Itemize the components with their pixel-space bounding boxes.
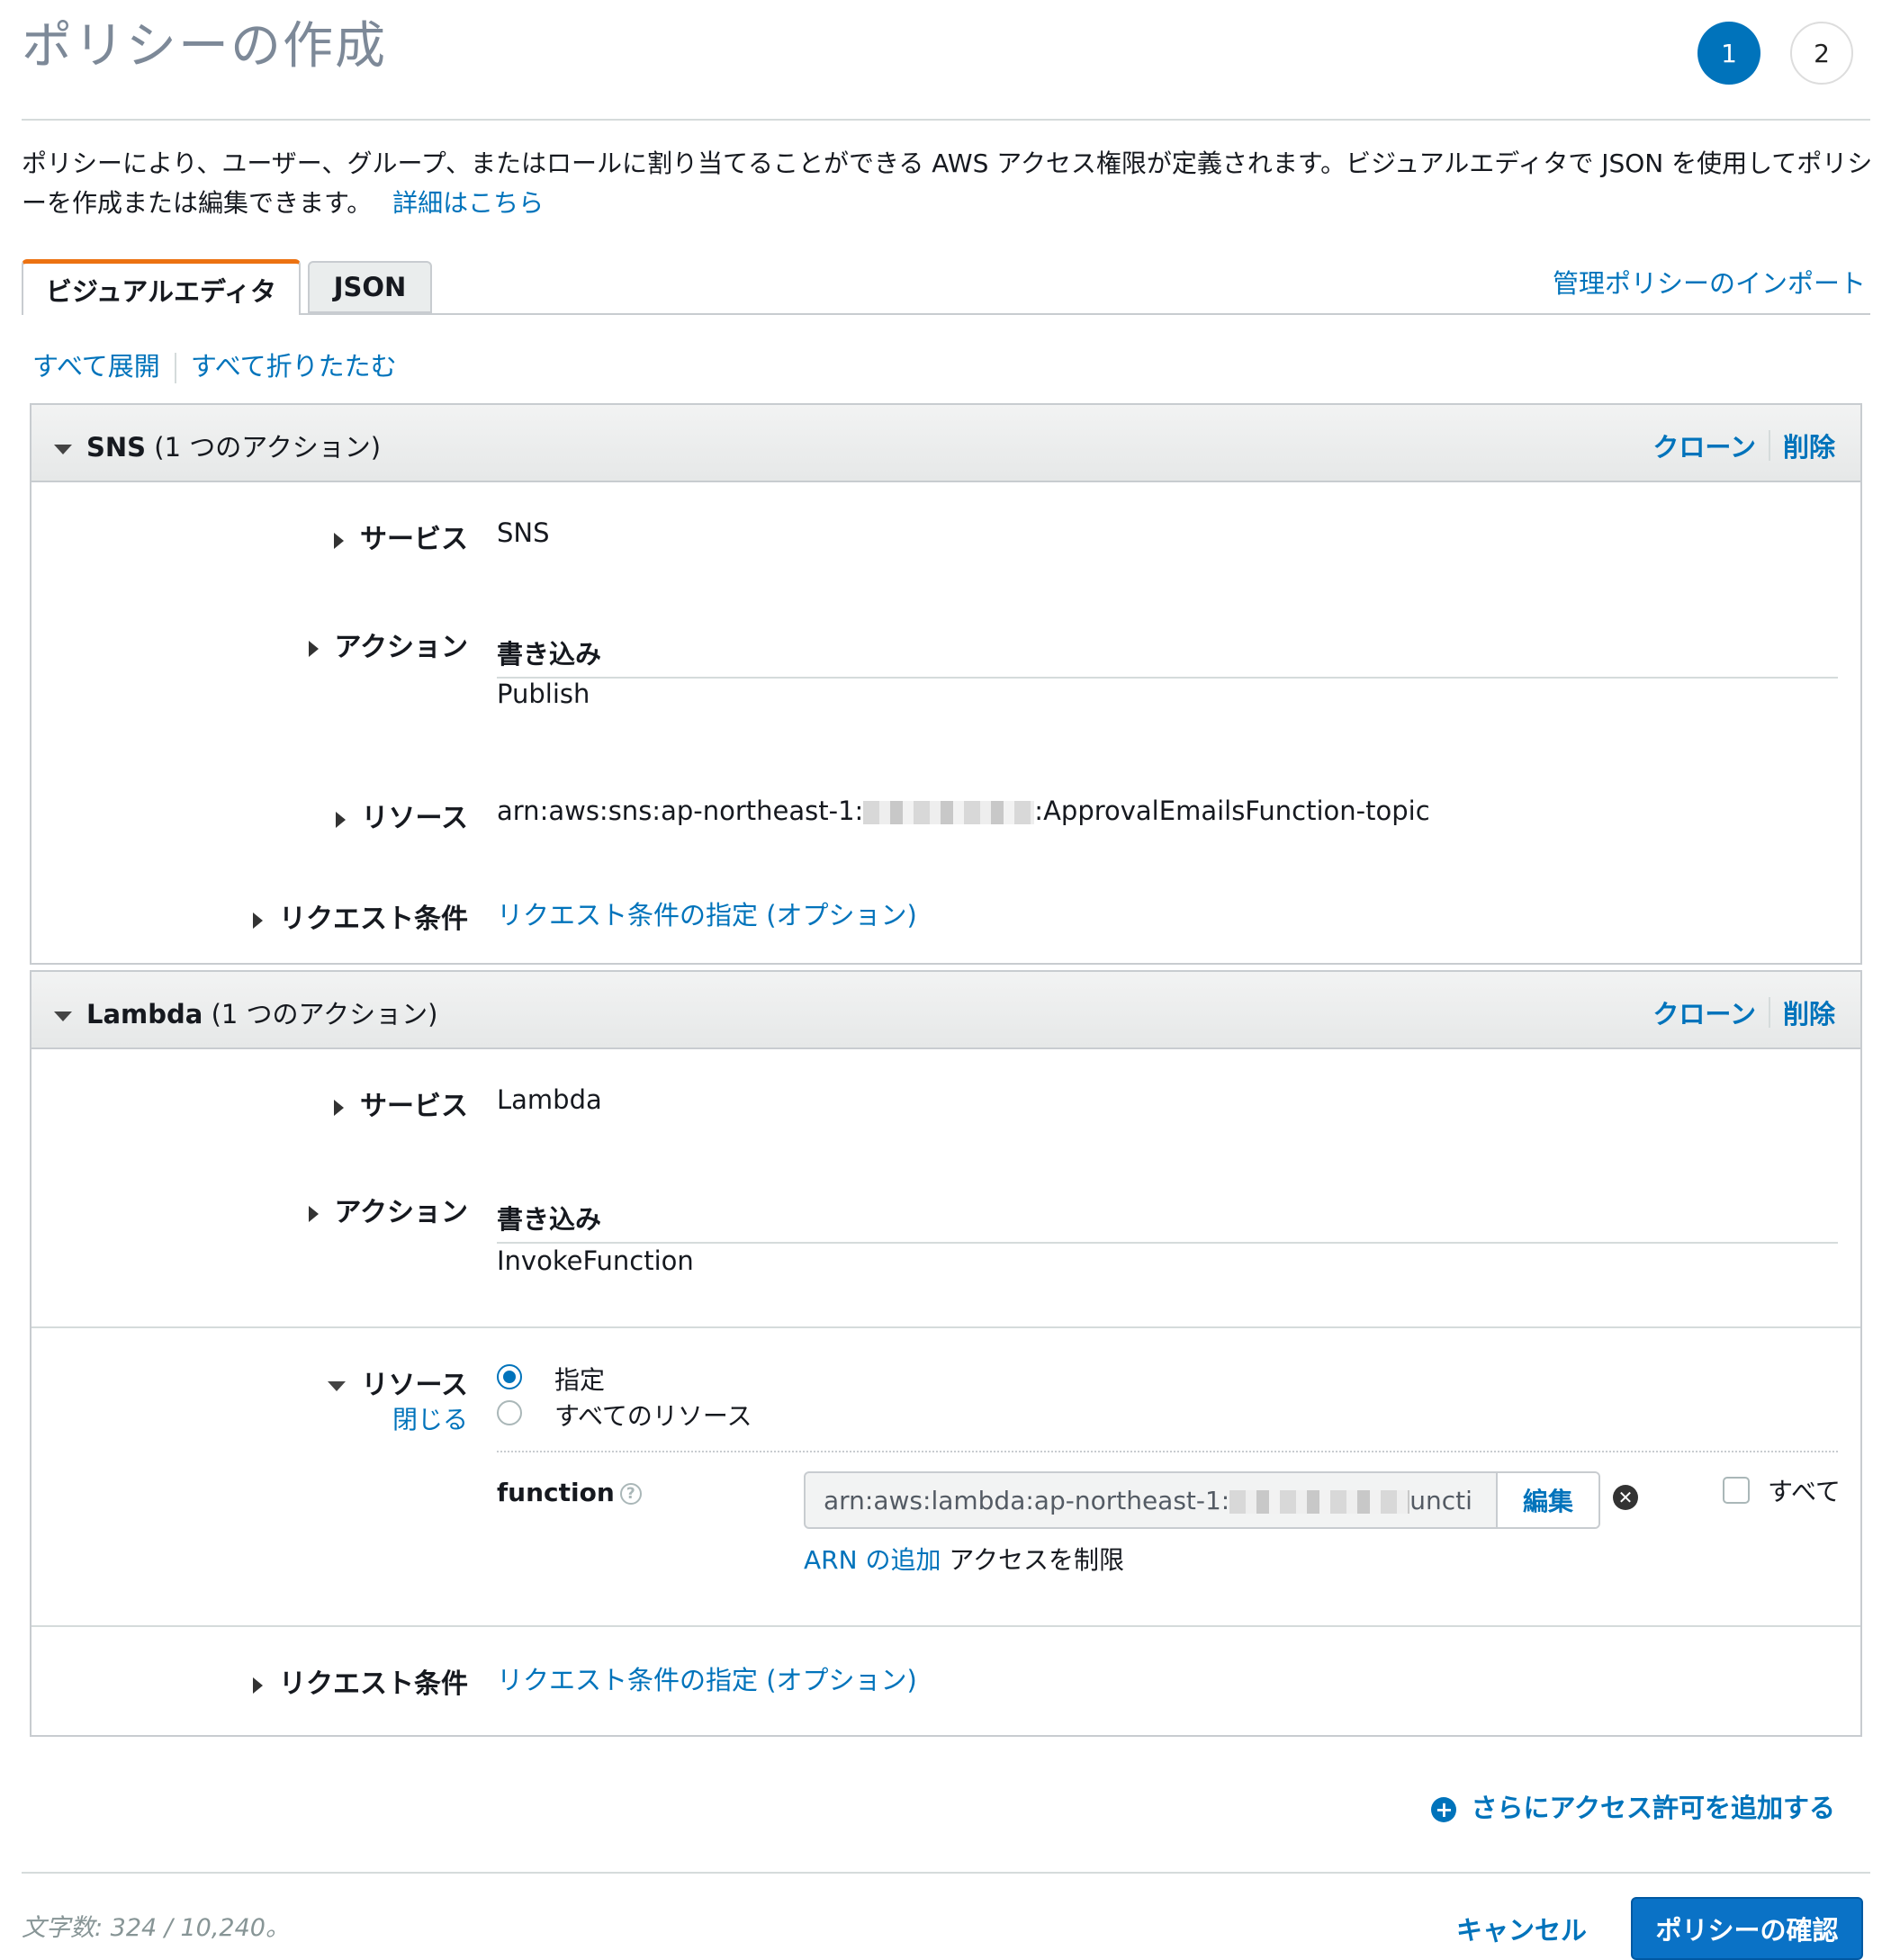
divider	[1768, 430, 1770, 461]
character-count: 文字数: 324 / 10,240。	[22, 1914, 290, 1942]
collapse-all-link[interactable]: すべて折りたたむ	[191, 351, 397, 382]
caret-right-icon	[253, 912, 263, 929]
remove-arn-icon[interactable]: ✕	[1613, 1485, 1638, 1510]
lambda-service-value: Lambda	[497, 1084, 602, 1115]
all-checkbox[interactable]	[1723, 1477, 1750, 1504]
sns-service-label[interactable]: サービス	[0, 517, 468, 556]
service-label-text: サービス	[360, 524, 468, 555]
lambda-service-label[interactable]: サービス	[0, 1083, 468, 1123]
sns-resources-label[interactable]: リソース	[0, 796, 468, 835]
arn-suffix: unction:se	[1409, 1486, 1472, 1515]
sns-service-value: SNS	[497, 517, 550, 548]
lambda-action-count: (1 つのアクション)	[211, 999, 438, 1029]
tab-json[interactable]: JSON	[308, 261, 432, 313]
lambda-panel-title[interactable]: Lambda (1 つのアクション)	[54, 993, 437, 1031]
sns-service-name: SNS	[86, 432, 147, 463]
actions-label-text: アクション	[334, 632, 469, 663]
arn-prefix: arn:aws:lambda:ap-northeast-1:	[824, 1486, 1230, 1515]
all-checkbox-label[interactable]: すべて	[1768, 1472, 1841, 1508]
section-divider	[32, 1625, 1860, 1627]
lambda-service-name: Lambda	[86, 999, 203, 1029]
header-divider	[22, 119, 1870, 121]
add-permissions-button[interactable]: + さらにアクセス許可を追加する	[1431, 1787, 1835, 1825]
lambda-action-invoke: InvokeFunction	[497, 1245, 694, 1276]
function-label: function?	[497, 1478, 642, 1507]
resources-label-text: リソース	[361, 803, 469, 834]
redacted-account-id	[863, 801, 1035, 824]
sns-delete-button[interactable]: 削除	[1783, 427, 1835, 464]
lambda-specify-conditions-link[interactable]: リクエスト条件の指定 (オプション)	[497, 1659, 917, 1697]
sns-action-count: (1 つのアクション)	[154, 432, 382, 463]
service-label-text: サービス	[360, 1091, 468, 1122]
radio-specific[interactable]	[497, 1364, 522, 1389]
arn-edit-button[interactable]: 編集	[1496, 1473, 1598, 1527]
lambda-clone-button[interactable]: クローン	[1652, 993, 1756, 1031]
redacted-account-id	[1229, 1490, 1410, 1514]
sns-action-publish: Publish	[497, 679, 590, 709]
plus-circle-icon: +	[1431, 1797, 1457, 1822]
add-arn-link[interactable]: ARN の追加	[804, 1545, 941, 1575]
function-arn-text: arn:aws:lambda:ap-northeast-1: unction:se	[824, 1486, 1472, 1515]
expand-all-link[interactable]: すべて展開	[32, 351, 160, 382]
sns-clone-button[interactable]: クローン	[1652, 427, 1756, 464]
caret-right-icon	[253, 1677, 263, 1694]
intro-text: ポリシーにより、ユーザー、グループ、またはロールに割り当てることができる AWS…	[22, 144, 1876, 223]
footer-divider	[22, 1872, 1870, 1874]
actions-label-text: アクション	[334, 1197, 469, 1228]
expand-collapse-controls: すべて展開 すべて折りたたむ	[32, 346, 397, 383]
caret-right-icon	[308, 640, 319, 657]
sns-panel-title[interactable]: SNS (1 つのアクション)	[54, 427, 381, 464]
caret-down-icon	[327, 1381, 346, 1391]
arn-prefix: arn:aws:sns:ap-northeast-1:	[497, 796, 864, 826]
step-2-indicator: 2	[1790, 22, 1853, 85]
request-conditions-label-text: リクエスト条件	[279, 904, 468, 935]
arn-suffix: :ApprovalEmailsFunction-topic	[1034, 796, 1430, 826]
learn-more-link[interactable]: 詳細はこちら	[392, 188, 544, 218]
sns-actions-label[interactable]: アクション	[0, 625, 468, 664]
tab-visual-editor[interactable]: ビジュアルエディタ	[22, 259, 301, 315]
function-arn-field[interactable]: arn:aws:lambda:ap-northeast-1: unction:se…	[804, 1471, 1600, 1529]
add-arn-row: ARN の追加 アクセスを制限	[804, 1541, 1124, 1577]
sns-write-heading: 書き込み	[497, 634, 1838, 679]
lambda-actions-label[interactable]: アクション	[0, 1190, 468, 1229]
sns-permission-panel	[30, 403, 1862, 965]
dotted-divider	[497, 1451, 1838, 1452]
review-policy-button[interactable]: ポリシーの確認	[1631, 1897, 1863, 1960]
page-title: ポリシーの作成	[22, 17, 387, 76]
lambda-panel-actions: クローン 削除	[1652, 993, 1835, 1031]
lambda-write-heading: 書き込み	[497, 1199, 1838, 1244]
sns-specify-conditions-link[interactable]: リクエスト条件の指定 (オプション)	[497, 895, 917, 932]
restrict-access-text: アクセスを制限	[949, 1545, 1124, 1575]
caret-down-icon	[54, 444, 72, 454]
radio-specific-label[interactable]: 指定	[554, 1361, 605, 1397]
add-permissions-label: さらにアクセス許可を追加する	[1471, 1793, 1835, 1823]
divider	[174, 353, 176, 383]
import-managed-policy-link[interactable]: 管理ポリシーのインポート	[1553, 263, 1866, 301]
step-1-indicator: 1	[1697, 22, 1760, 85]
sns-request-conditions-label[interactable]: リクエスト条件	[0, 896, 468, 936]
close-resources-link[interactable]: 閉じる	[0, 1400, 468, 1436]
lambda-resources-label[interactable]: リソース	[0, 1362, 468, 1402]
caret-right-icon	[308, 1205, 319, 1222]
caret-right-icon	[334, 1099, 344, 1116]
caret-right-icon	[334, 532, 344, 549]
cancel-button[interactable]: キャンセル	[1456, 1910, 1587, 1947]
intro-description: ポリシーにより、ユーザー、グループ、またはロールに割り当てることができる AWS…	[22, 148, 1873, 218]
sns-resource-arn: arn:aws:sns:ap-northeast-1: :ApprovalEmai…	[497, 796, 1430, 826]
section-divider	[32, 1326, 1860, 1328]
sns-panel-actions: クローン 削除	[1652, 427, 1835, 464]
divider	[1768, 997, 1770, 1028]
help-icon[interactable]: ?	[619, 1483, 642, 1505]
caret-down-icon	[54, 1011, 72, 1021]
function-label-text: function	[497, 1478, 615, 1507]
lambda-request-conditions-label[interactable]: リクエスト条件	[0, 1661, 468, 1701]
radio-all-resources-label[interactable]: すべてのリソース	[554, 1397, 752, 1433]
resources-label-text: リソース	[361, 1370, 469, 1401]
radio-all-resources[interactable]	[497, 1400, 522, 1425]
lambda-delete-button[interactable]: 削除	[1783, 993, 1835, 1031]
caret-right-icon	[335, 811, 346, 828]
request-conditions-label-text: リクエスト条件	[279, 1668, 468, 1700]
